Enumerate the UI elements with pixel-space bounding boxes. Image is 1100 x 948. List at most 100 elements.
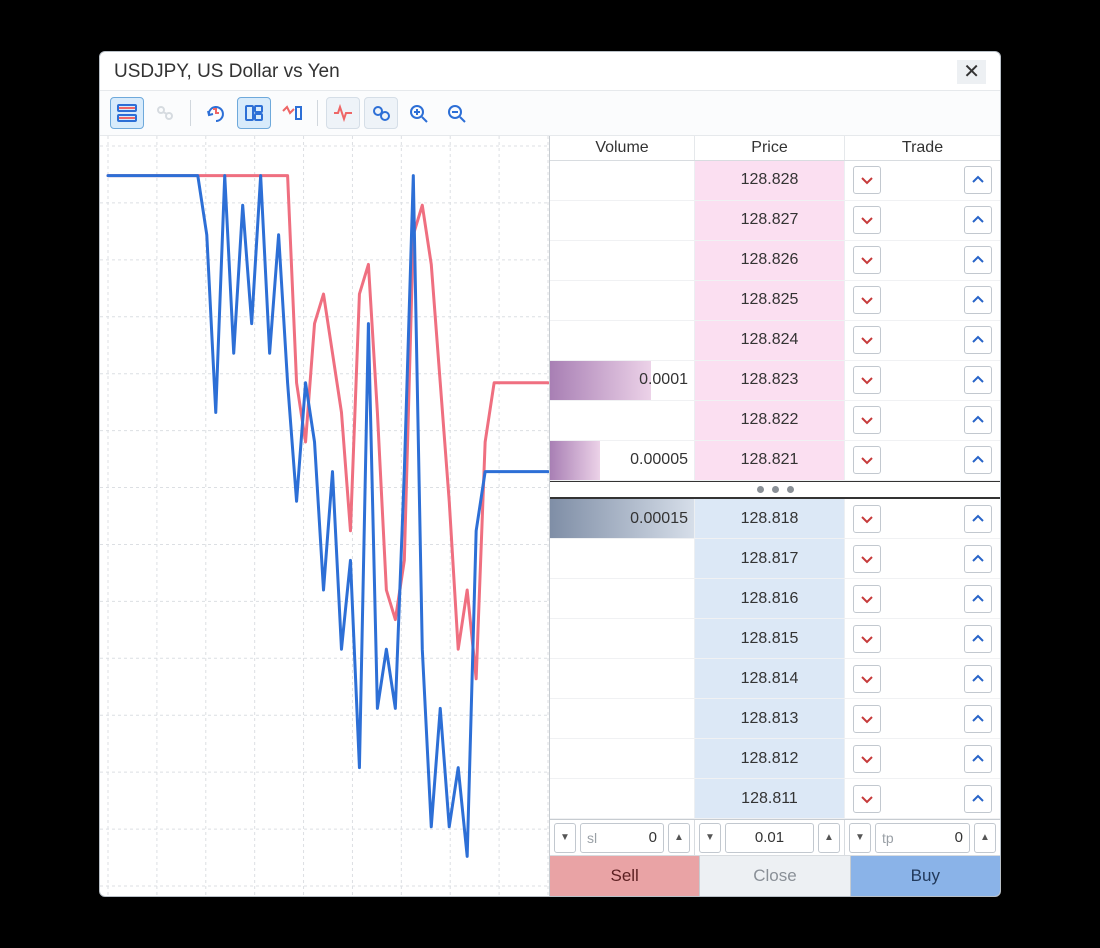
trade-cell bbox=[845, 739, 1000, 778]
trade-cell bbox=[845, 441, 1000, 480]
sl-dec-button[interactable]: ▼ bbox=[554, 823, 576, 853]
price-cell: 128.828 bbox=[695, 161, 845, 200]
trade-up-button[interactable] bbox=[964, 705, 992, 733]
ask-row: 0.0001 128.823 bbox=[550, 361, 1000, 401]
volume-cell bbox=[550, 779, 695, 818]
trade-up-button[interactable] bbox=[964, 446, 992, 474]
sell-button[interactable]: Sell bbox=[550, 856, 700, 896]
tick-history-icon[interactable] bbox=[199, 97, 233, 129]
dom-panel: Volume Price Trade 128.828 128.827 bbox=[550, 136, 1000, 896]
action-row: Sell Close Buy bbox=[550, 856, 1000, 896]
trade-down-button[interactable] bbox=[853, 785, 881, 813]
trade-up-button[interactable] bbox=[964, 585, 992, 613]
trade-down-button[interactable] bbox=[853, 246, 881, 274]
trade-down-button[interactable] bbox=[853, 446, 881, 474]
window-title: USDJPY, US Dollar vs Yen bbox=[114, 61, 340, 83]
signal-icon[interactable] bbox=[326, 97, 360, 129]
tp-inc-button[interactable]: ▲ bbox=[974, 823, 996, 853]
trade-down-button[interactable] bbox=[853, 545, 881, 573]
trade-down-button[interactable] bbox=[853, 286, 881, 314]
lot-input[interactable]: 0.01 bbox=[725, 823, 814, 853]
price-cell: 128.813 bbox=[695, 699, 845, 738]
ask-row: 128.826 bbox=[550, 241, 1000, 281]
trade-cell bbox=[845, 579, 1000, 618]
col-volume: Volume bbox=[550, 136, 695, 160]
trade-up-button[interactable] bbox=[964, 545, 992, 573]
trade-up-button[interactable] bbox=[964, 166, 992, 194]
trade-down-button[interactable] bbox=[853, 585, 881, 613]
link-icon[interactable] bbox=[148, 97, 182, 129]
trade-down-button[interactable] bbox=[853, 206, 881, 234]
tick-chart-icon[interactable] bbox=[275, 97, 309, 129]
dot-icon bbox=[757, 486, 764, 493]
buy-button[interactable]: Buy bbox=[851, 856, 1000, 896]
tp-stepper: ▼ tp 0 ▲ bbox=[845, 820, 1000, 855]
lot-inc-button[interactable]: ▲ bbox=[818, 823, 840, 853]
price-cell: 128.817 bbox=[695, 539, 845, 578]
bid-row: 128.814 bbox=[550, 659, 1000, 699]
zoom-in-icon[interactable] bbox=[402, 97, 436, 129]
spread-separator bbox=[550, 481, 1000, 499]
dot-icon bbox=[772, 486, 779, 493]
trade-cell bbox=[845, 619, 1000, 658]
layout-icon[interactable] bbox=[237, 97, 271, 129]
volume-cell bbox=[550, 241, 695, 280]
volume-value: 0.0001 bbox=[639, 371, 688, 389]
trade-up-button[interactable] bbox=[964, 206, 992, 234]
sl-input[interactable]: sl 0 bbox=[580, 823, 664, 853]
tp-input[interactable]: tp 0 bbox=[875, 823, 970, 853]
sl-inc-button[interactable]: ▲ bbox=[668, 823, 690, 853]
tp-dec-button[interactable]: ▼ bbox=[849, 823, 871, 853]
trade-up-button[interactable] bbox=[964, 366, 992, 394]
volume-cell bbox=[550, 401, 695, 440]
bid-rows: 0.00015 128.818 128.817 bbox=[550, 499, 1000, 819]
trade-down-button[interactable] bbox=[853, 326, 881, 354]
trade-down-button[interactable] bbox=[853, 505, 881, 533]
bid-row: 128.816 bbox=[550, 579, 1000, 619]
volume-cell bbox=[550, 579, 695, 618]
price-cell: 128.818 bbox=[695, 499, 845, 538]
trade-cell bbox=[845, 539, 1000, 578]
bid-row: 128.813 bbox=[550, 699, 1000, 739]
trade-up-button[interactable] bbox=[964, 326, 992, 354]
trade-down-button[interactable] bbox=[853, 406, 881, 434]
trade-down-button[interactable] bbox=[853, 625, 881, 653]
trade-down-button[interactable] bbox=[853, 366, 881, 394]
ask-row: 128.824 bbox=[550, 321, 1000, 361]
trade-down-button[interactable] bbox=[853, 705, 881, 733]
trade-up-button[interactable] bbox=[964, 625, 992, 653]
zoom-out-icon[interactable] bbox=[440, 97, 474, 129]
col-price: Price bbox=[695, 136, 845, 160]
trade-up-button[interactable] bbox=[964, 505, 992, 533]
sl-stepper: ▼ sl 0 ▲ bbox=[550, 820, 695, 855]
close-button[interactable]: Close bbox=[700, 856, 850, 896]
trade-up-button[interactable] bbox=[964, 406, 992, 434]
lot-dec-button[interactable]: ▼ bbox=[699, 823, 721, 853]
trade-up-button[interactable] bbox=[964, 665, 992, 693]
trade-up-button[interactable] bbox=[964, 785, 992, 813]
volume-cell bbox=[550, 539, 695, 578]
trade-up-button[interactable] bbox=[964, 286, 992, 314]
dom-footer: ▼ sl 0 ▲ ▼ 0.01 ▲ bbox=[550, 819, 1000, 896]
volume-cell bbox=[550, 161, 695, 200]
trade-up-button[interactable] bbox=[964, 246, 992, 274]
ask-row: 0.00005 128.821 bbox=[550, 441, 1000, 481]
stepper-row: ▼ sl 0 ▲ ▼ 0.01 ▲ bbox=[550, 820, 1000, 856]
volume-cell bbox=[550, 739, 695, 778]
trade-down-button[interactable] bbox=[853, 665, 881, 693]
trade-up-button[interactable] bbox=[964, 745, 992, 773]
trade-down-button[interactable] bbox=[853, 745, 881, 773]
price-cell: 128.814 bbox=[695, 659, 845, 698]
close-icon[interactable]: ✕ bbox=[957, 60, 986, 84]
volume-cell bbox=[550, 619, 695, 658]
titlebar: USDJPY, US Dollar vs Yen ✕ bbox=[100, 52, 1000, 90]
trade-down-button[interactable] bbox=[853, 166, 881, 194]
trade-cell bbox=[845, 361, 1000, 400]
bubbles-icon[interactable] bbox=[364, 97, 398, 129]
volume-value: 0.00005 bbox=[630, 451, 688, 469]
trade-cell bbox=[845, 401, 1000, 440]
ask-row: 128.828 bbox=[550, 161, 1000, 201]
ask-line bbox=[108, 176, 548, 679]
dom-view-icon[interactable] bbox=[110, 97, 144, 129]
trade-cell bbox=[845, 281, 1000, 320]
